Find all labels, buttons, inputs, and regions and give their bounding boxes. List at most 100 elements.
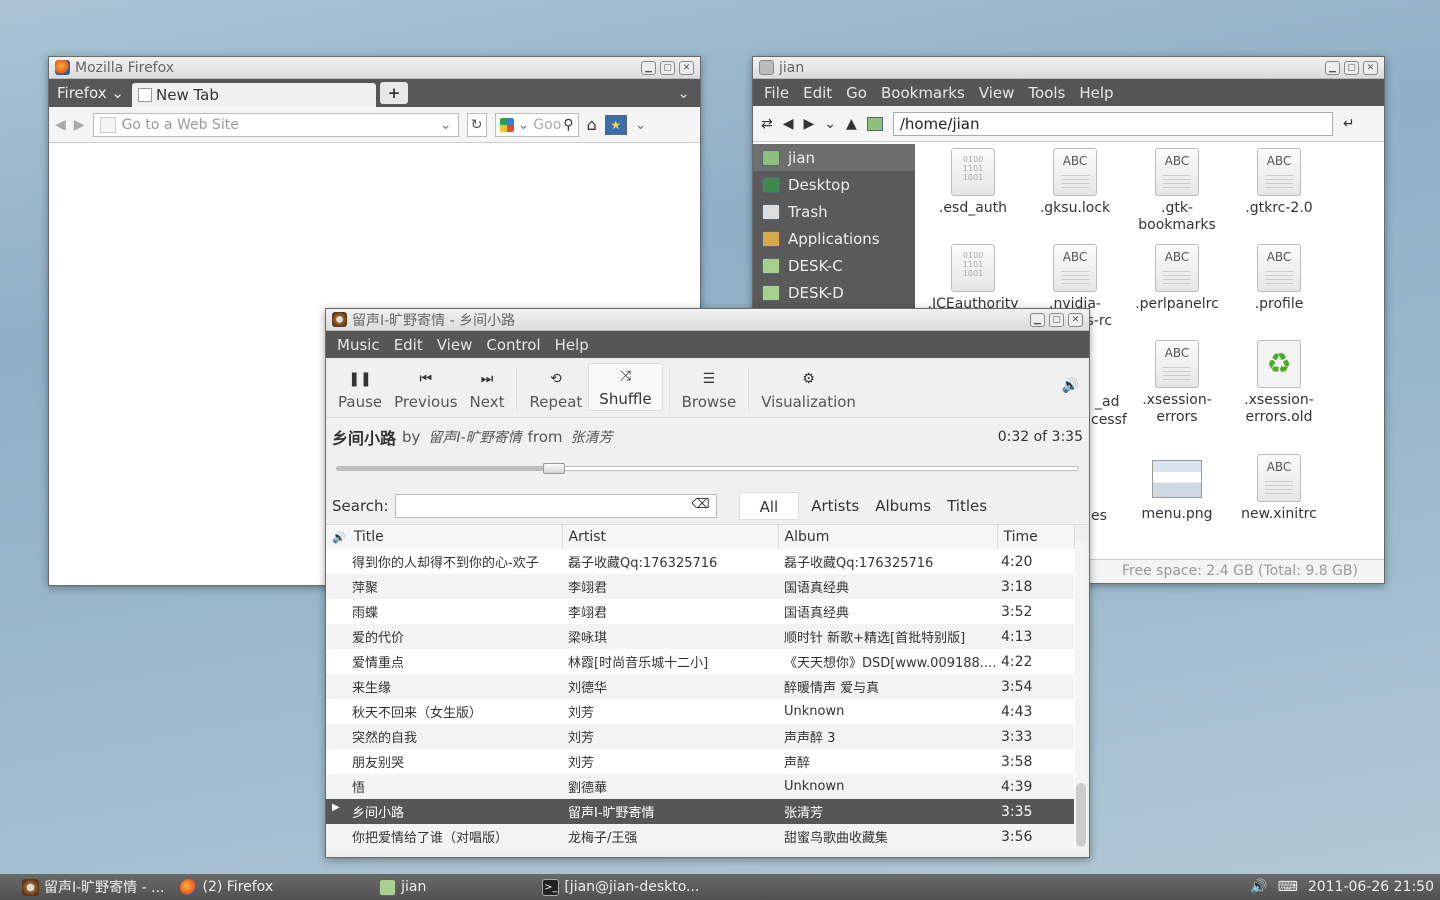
task-file-manager[interactable]: jian — [371, 874, 434, 900]
chevron-down-icon[interactable]: ⌄ — [518, 117, 530, 133]
maximize-button[interactable]: ▢ — [1344, 60, 1359, 75]
task-terminal[interactable]: >_ [jian@jian-deskto... — [534, 874, 707, 900]
back-arrow-icon[interactable]: ◀ — [783, 116, 794, 132]
track-row[interactable]: 来生缘 刘德华 醉暖情声 爱与真 3:54 — [326, 674, 1074, 699]
minimize-button[interactable]: ▁ — [641, 60, 656, 75]
track-row[interactable]: 秋天不回来（女生版） 刘芳 Unknown 4:43 — [326, 699, 1074, 724]
filter-artists[interactable]: Artists — [803, 492, 867, 520]
browse-button[interactable]: ☰ Browse — [676, 371, 743, 411]
forward-arrow-icon[interactable]: ▶ — [804, 116, 815, 132]
volume-icon[interactable]: 🔊 — [1062, 378, 1079, 394]
home-icon[interactable]: ⌂ — [587, 115, 597, 134]
filter-all[interactable]: All — [738, 491, 800, 520]
close-button[interactable]: ✕ — [1068, 312, 1083, 327]
file-xsession-errors[interactable]: ABC .xsession-errors — [1125, 340, 1229, 426]
next-button[interactable]: ⏭ Next — [464, 371, 511, 411]
search-icon[interactable]: ⚲ — [563, 117, 573, 133]
scrollbar-thumb[interactable] — [1076, 783, 1086, 847]
home-folder-icon[interactable] — [866, 116, 883, 131]
track-row[interactable]: 爱的代价 梁咏琪 顺时针 新歌+精选[首批特别版] 4:13 — [326, 624, 1074, 649]
repeat-button[interactable]: ⟲ Repeat — [523, 371, 588, 411]
menu-file[interactable]: File — [757, 84, 796, 102]
chevron-down-icon[interactable]: ⌄ — [635, 117, 647, 133]
minimize-button[interactable]: ▁ — [1030, 312, 1045, 327]
track-row[interactable]: 爱情重点 林霞[时尚音乐城十二小] 《天天想你》DSD[www.009188....… — [326, 649, 1074, 674]
track-row[interactable]: 朋友别哭 刘芳 声醉 3:58 — [326, 749, 1074, 774]
menu-view[interactable]: View — [430, 336, 480, 354]
track-row[interactable]: 雨蝶 李翊君 国语真经典 3:52 — [326, 599, 1074, 624]
file-iceauthority[interactable]: 0100 1101 1001 .ICEauthority — [921, 244, 1025, 313]
menu-control[interactable]: Control — [479, 336, 547, 354]
bookmark-star-icon[interactable]: ★ — [604, 114, 627, 135]
sidebar-item-desk-c[interactable]: DESK-C — [753, 252, 915, 279]
sidebar-item-desktop[interactable]: Desktop — [753, 171, 915, 198]
menu-bookmarks[interactable]: Bookmarks — [874, 84, 972, 102]
close-button[interactable]: ✕ — [679, 60, 694, 75]
file-xsession-errors-old[interactable]: ♻ .xsession-errors.old — [1227, 340, 1331, 426]
column-time[interactable]: Time — [997, 525, 1075, 549]
file-gtkrc[interactable]: ABC .gtkrc-2.0 — [1227, 148, 1331, 217]
file-perlpanelrc[interactable]: ABC .perlpanelrc — [1125, 244, 1229, 313]
minimize-button[interactable]: ▁ — [1325, 60, 1340, 75]
clear-icon[interactable]: ⌫ — [691, 497, 709, 512]
menu-view[interactable]: View — [972, 84, 1022, 102]
close-button[interactable]: ✕ — [1363, 60, 1378, 75]
task-music-player[interactable]: 留声I-旷野寄情 - ... — [14, 874, 172, 900]
path-input[interactable]: /home/jian — [892, 111, 1333, 136]
search-bar[interactable]: ⌄ Goo ⚲ — [494, 112, 579, 137]
go-arrow-icon[interactable]: ↵ — [1343, 116, 1355, 132]
maximize-button[interactable]: ▢ — [660, 60, 675, 75]
file-gksu-lock[interactable]: ABC .gksu.lock — [1023, 148, 1127, 217]
track-row[interactable]: 悟劉德華 Unknown 4:39 — [326, 774, 1074, 799]
track-list-scrollbar[interactable] — [1075, 541, 1087, 851]
filter-titles[interactable]: Titles — [939, 492, 995, 520]
track-row[interactable]: 你把爱情给了谁（对唱版） 龙梅子/王强 甜蜜鸟歌曲收藏集 3:56 — [326, 824, 1074, 849]
menu-help[interactable]: Help — [548, 336, 596, 354]
keyboard-icon[interactable]: ⌨ — [1278, 879, 1298, 895]
chevron-down-icon[interactable]: ⌄ — [677, 84, 690, 102]
column-title[interactable]: 🔊 Title — [326, 525, 563, 549]
chevron-down-icon[interactable]: ⌄ — [440, 117, 452, 133]
firefox-menu-button[interactable]: Firefox ⌄ — [49, 84, 132, 102]
google-icon[interactable] — [499, 117, 514, 132]
seek-handle[interactable] — [543, 463, 566, 474]
menu-edit[interactable]: Edit — [387, 336, 430, 354]
up-arrow-icon[interactable]: ▲ — [846, 116, 857, 132]
file-manager-titlebar[interactable]: jian ▁ ▢ ✕ — [753, 57, 1384, 79]
filter-albums[interactable]: Albums — [867, 492, 939, 520]
visualization-button[interactable]: ⚙ Visualization — [755, 371, 862, 411]
volume-icon[interactable]: 🔊 — [1250, 879, 1267, 895]
tab-new-tab[interactable]: New Tab — [132, 83, 376, 107]
menu-edit[interactable]: Edit — [796, 84, 839, 102]
menu-tools[interactable]: Tools — [1021, 84, 1072, 102]
menu-music[interactable]: Music — [330, 336, 387, 354]
file-profile[interactable]: ABC .profile — [1227, 244, 1331, 313]
track-row[interactable]: 萍聚 李翊君 国语真经典 3:18 — [326, 574, 1074, 599]
firefox-titlebar[interactable]: Mozilla Firefox ▁ ▢ ✕ — [49, 57, 700, 79]
seek-slider[interactable] — [336, 463, 1079, 474]
pause-button[interactable]: ❚❚ Pause — [332, 371, 388, 411]
toggle-location-icon[interactable]: ⇄ — [761, 116, 773, 132]
task-firefox[interactable]: (2) Firefox — [172, 874, 281, 900]
track-row[interactable]: 突然的自我 刘芳 声声醉 3 3:33 — [326, 724, 1074, 749]
reload-icon[interactable]: ↻ — [466, 112, 487, 137]
file-esd-auth[interactable]: 0100 1101 1001 .esd_auth — [921, 148, 1025, 217]
menu-go[interactable]: Go — [839, 84, 874, 102]
player-titlebar[interactable]: 留声I-旷野寄情 - 乡间小路 ▁ ▢ ✕ — [326, 309, 1089, 331]
sidebar-item-desk-d[interactable]: DESK-D — [753, 279, 915, 306]
chevron-down-icon[interactable]: ⌄ — [824, 116, 836, 132]
shuffle-button[interactable]: ⤨ Shuffle — [588, 363, 663, 411]
file-gtk-bookmarks[interactable]: ABC .gtk-bookmarks — [1125, 148, 1229, 234]
track-row[interactable]: ▶ 乡间小路 留声I-旷野寄情 张清芳 3:35 — [326, 799, 1074, 824]
maximize-button[interactable]: ▢ — [1049, 312, 1064, 327]
new-tab-button[interactable]: + — [380, 82, 408, 104]
forward-arrow-icon[interactable]: ▶ — [74, 117, 85, 133]
column-album[interactable]: Album — [778, 525, 998, 549]
column-artist[interactable]: Artist — [562, 525, 779, 549]
sidebar-item-trash[interactable]: Trash — [753, 198, 915, 225]
search-input[interactable]: ⌫ — [394, 493, 717, 518]
clock[interactable]: 2011-06-26 21:50 — [1308, 879, 1434, 895]
menu-help[interactable]: Help — [1072, 84, 1120, 102]
back-arrow-icon[interactable]: ◀ — [55, 117, 66, 133]
url-bar[interactable]: Go to a Web Site ⌄ — [92, 112, 459, 137]
